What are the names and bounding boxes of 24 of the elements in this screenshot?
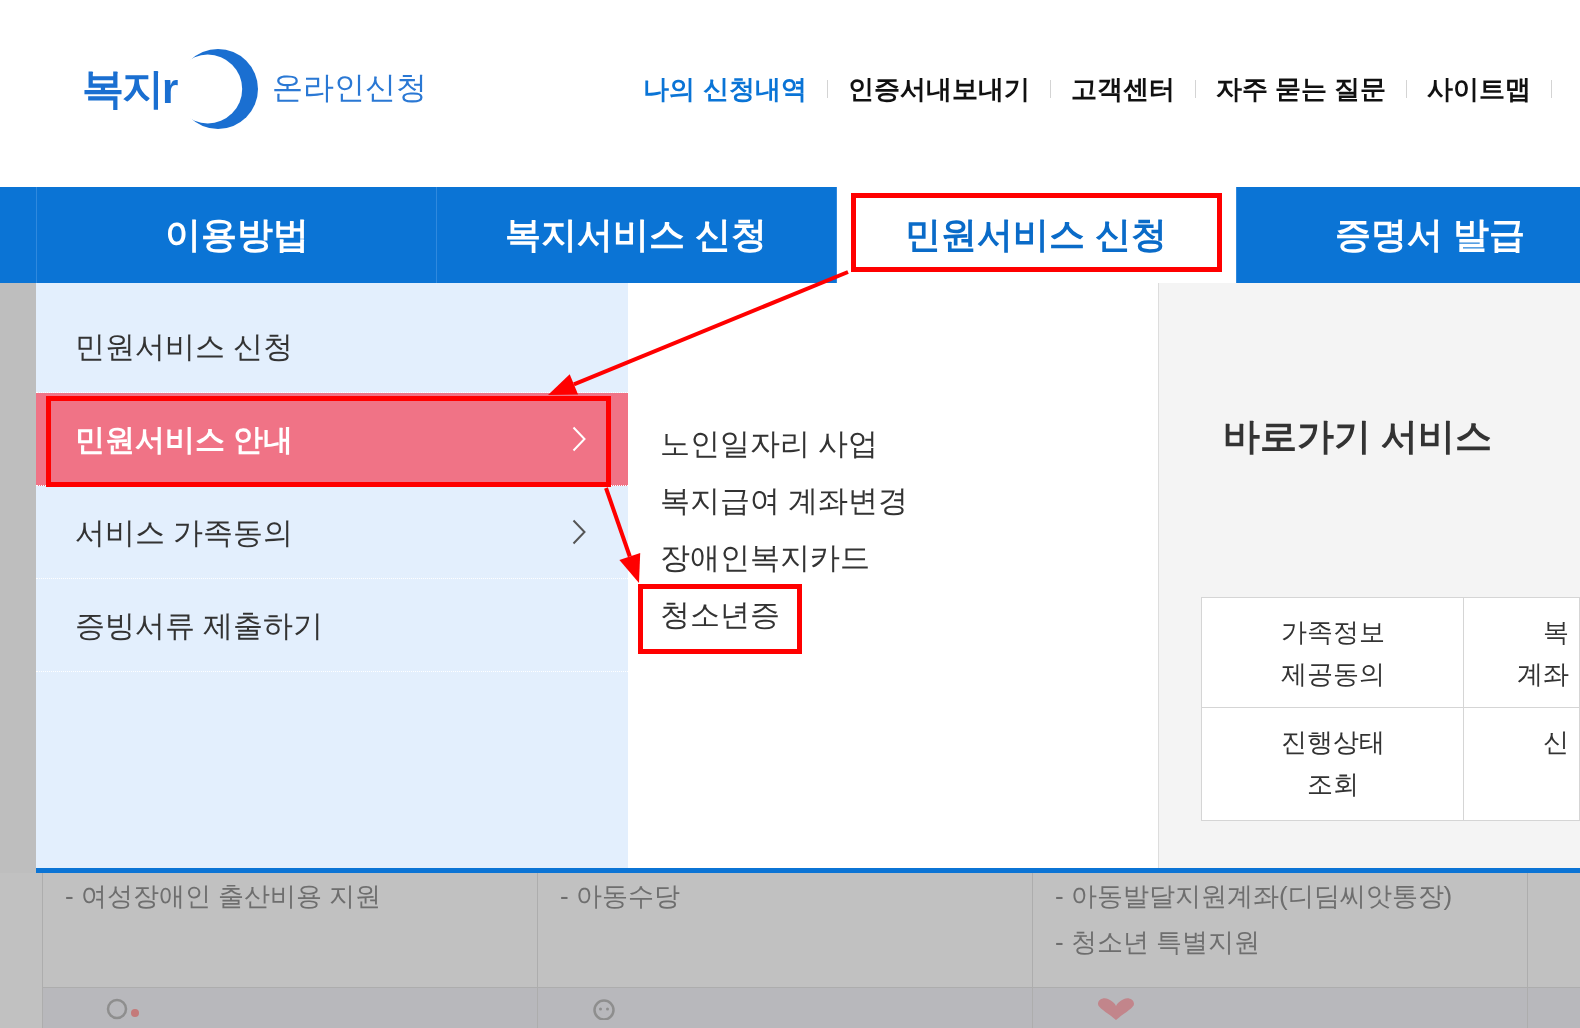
header-link[interactable]: 사이트맵 (1427, 70, 1531, 107)
nav-tab[interactable]: 민원서비스 신청 (836, 187, 1236, 283)
quick-link[interactable]: 신 (1464, 708, 1580, 821)
face-icon (591, 998, 617, 1020)
heart-icon (1096, 998, 1136, 1020)
submenu-link[interactable]: 복지급여 계좌변경 (638, 472, 931, 529)
header-link[interactable]: 고객센터 (1070, 70, 1175, 107)
submenu-link[interactable]: 청소년증 (638, 586, 802, 643)
quick-link[interactable]: 가족정보 제공동의 (1202, 598, 1464, 708)
ring-icon (106, 998, 140, 1020)
benefit-item: - 청소년 특별지원 (1055, 926, 1261, 959)
submenu-link[interactable]: 노인일자리 사업 (638, 415, 901, 472)
benefit-item: - 아동발달지원계좌(디딤씨앗통장) (1055, 880, 1453, 913)
header-link[interactable]: 인증서내보내기 (847, 70, 1030, 107)
quick-link[interactable]: 진행상태 조회 (1202, 708, 1464, 821)
logo-wordmark: 복지r (82, 67, 177, 110)
header-link[interactable]: 나의 신청내역 (643, 70, 807, 107)
benefit-item: - 여성장애인 출산비용 지원 (65, 880, 382, 913)
section-title: 바로가기 서비스 (1223, 415, 1493, 459)
submenu-link[interactable]: 장애인복지카드 (638, 529, 892, 586)
header-link[interactable]: 자주 묻는 질문 (1215, 70, 1386, 107)
benefit-item: - 아동수당 (560, 880, 680, 913)
logo-subtitle: 온라인신청 (272, 69, 428, 108)
quick-link[interactable]: 복 계좌 (1464, 598, 1580, 708)
